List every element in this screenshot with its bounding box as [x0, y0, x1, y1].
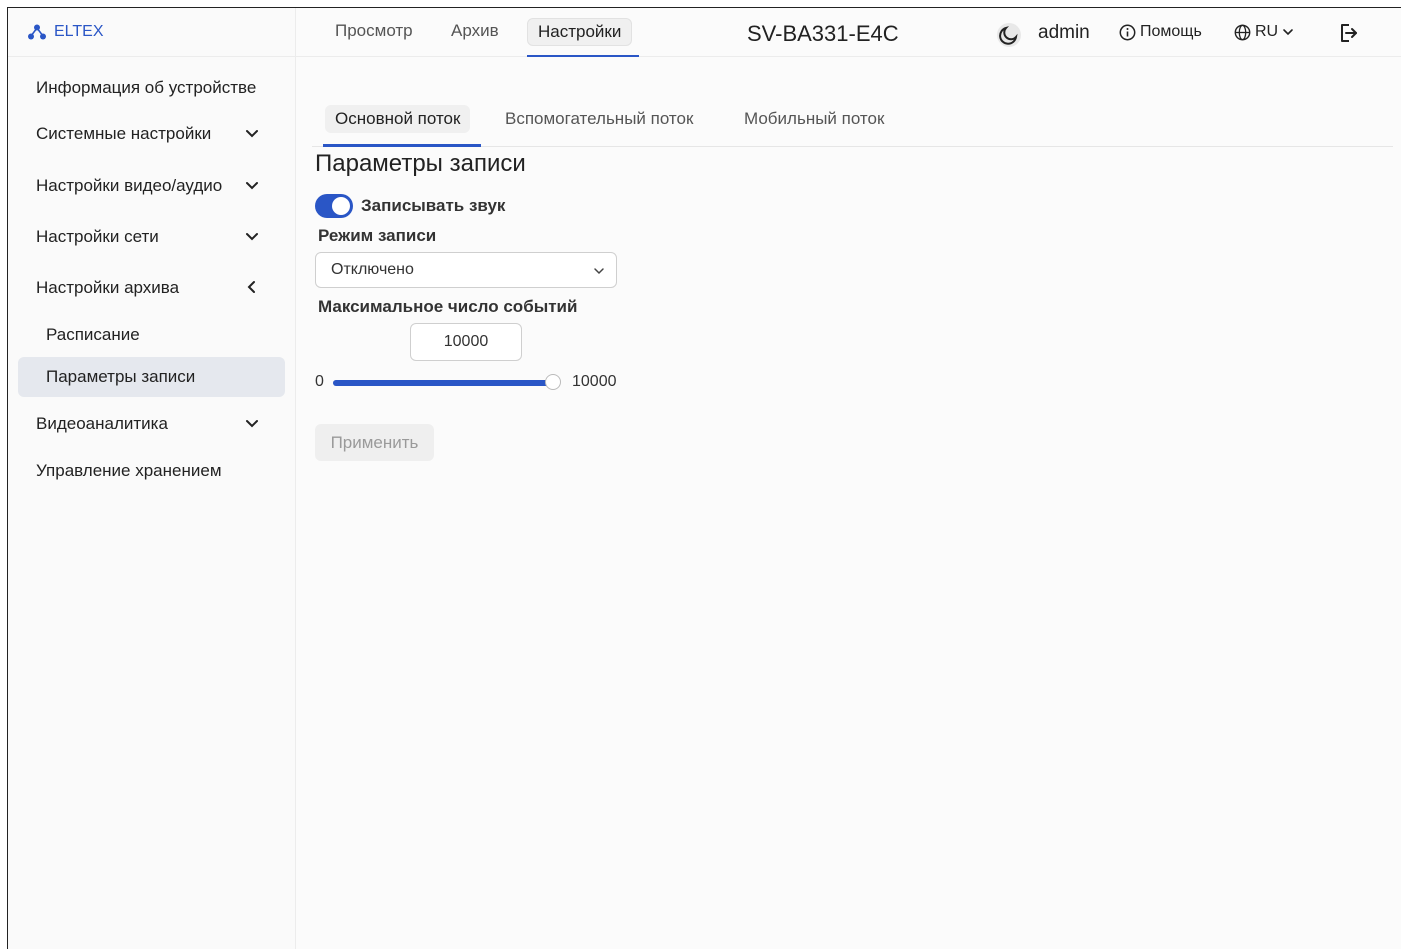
- language-label: RU: [1255, 23, 1279, 40]
- sidebar-item-record-params[interactable]: Параметры записи: [18, 357, 285, 397]
- record-sound-toggle[interactable]: [315, 194, 353, 218]
- page-title: Параметры записи: [315, 150, 526, 177]
- slider-fill: [333, 380, 553, 386]
- logo[interactable]: ELTEX: [28, 23, 104, 41]
- sidebar-item-storage[interactable]: Управление хранением: [18, 451, 285, 491]
- sidebar-item-label: Настройки видео/аудио: [36, 176, 223, 195]
- language-selector[interactable]: RU: [1234, 23, 1294, 41]
- sidebar-item-label: Расписание: [46, 325, 140, 344]
- chevron-down-icon: [246, 420, 258, 428]
- slider-min-label: 0: [315, 373, 324, 390]
- max-events-label: Максимальное число событий: [318, 297, 578, 316]
- sidebar-divider: [8, 56, 295, 57]
- subtab-mobile-stream[interactable]: Мобильный поток: [734, 105, 894, 133]
- sidebar-item-network[interactable]: Настройки сети: [18, 217, 285, 257]
- main-content: Основной поток Вспомогательный поток Моб…: [296, 57, 1401, 949]
- record-mode-label: Режим записи: [318, 226, 437, 245]
- record-mode-value: Отключено: [331, 261, 414, 278]
- sidebar-item-label: Системные настройки: [36, 124, 212, 143]
- eltex-logo-icon: [28, 24, 46, 40]
- apply-button[interactable]: Применить: [315, 424, 434, 461]
- slider-max-label: 10000: [572, 373, 617, 390]
- chevron-down-icon: [1283, 29, 1293, 36]
- sidebar: ELTEX Информация об устройстве Системные…: [8, 8, 296, 949]
- sidebar-item-video-audio[interactable]: Настройки видео/аудио: [18, 166, 285, 206]
- info-icon: [1119, 24, 1136, 40]
- chevron-left-icon: [247, 281, 255, 293]
- theme-moon-icon[interactable]: [996, 22, 1022, 48]
- sidebar-item-label: Параметры записи: [46, 367, 196, 386]
- subtab-main-stream[interactable]: Основной поток: [325, 105, 471, 133]
- record-mode-select[interactable]: Отключено: [315, 252, 617, 288]
- sidebar-item-system-settings[interactable]: Системные настройки: [18, 114, 285, 154]
- device-name: SV-BA331-E4C: [747, 21, 899, 46]
- sidebar-item-device-info[interactable]: Информация об устройстве: [18, 68, 285, 108]
- chevron-down-icon: [594, 268, 604, 275]
- sidebar-item-schedule[interactable]: Расписание: [18, 315, 285, 355]
- sidebar-item-label: Видеоаналитика: [36, 414, 168, 433]
- sidebar-item-label: Настройки архива: [36, 278, 180, 297]
- help-label: Помощь: [1140, 23, 1202, 40]
- sidebar-item-video-analytics[interactable]: Видеоаналитика: [18, 404, 285, 444]
- logo-text: ELTEX: [54, 23, 104, 40]
- toggle-knob: [332, 197, 350, 215]
- subtab-active-indicator: [323, 144, 481, 147]
- sidebar-item-label: Настройки сети: [36, 227, 159, 246]
- chevron-down-icon: [246, 233, 258, 241]
- logout-icon[interactable]: [1337, 22, 1359, 44]
- tab-settings[interactable]: Настройки: [527, 18, 633, 46]
- sidebar-item-label: Управление хранением: [36, 461, 222, 480]
- chevron-down-icon: [246, 130, 258, 138]
- user-name[interactable]: admin: [1038, 22, 1090, 44]
- sidebar-item-label: Информация об устройстве: [36, 78, 257, 97]
- tab-archive[interactable]: Архив: [441, 18, 509, 44]
- max-events-input[interactable]: 10000: [410, 323, 522, 361]
- chevron-down-icon: [246, 182, 258, 190]
- app-window: ELTEX Информация об устройстве Системные…: [7, 7, 1401, 949]
- max-events-slider[interactable]: [333, 374, 561, 390]
- record-sound-label: Записывать звук: [361, 196, 506, 215]
- slider-handle[interactable]: [545, 374, 561, 390]
- sidebar-item-archive[interactable]: Настройки архива: [18, 268, 285, 308]
- help-link[interactable]: Помощь: [1119, 23, 1202, 41]
- subtab-secondary-stream[interactable]: Вспомогательный поток: [495, 105, 703, 133]
- tab-view[interactable]: Просмотр: [325, 18, 423, 44]
- globe-icon: [1234, 24, 1251, 40]
- top-header: Просмотр Архив Настройки SV-BA331-E4C ad…: [296, 8, 1401, 57]
